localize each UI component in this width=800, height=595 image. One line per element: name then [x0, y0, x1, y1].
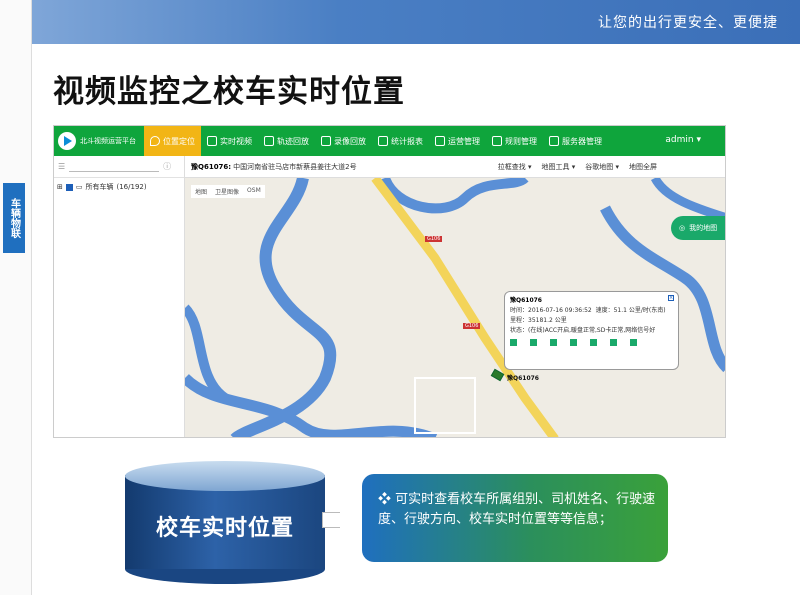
nav-item-operations[interactable]: 运营管理: [429, 126, 486, 156]
nav-item-rules[interactable]: 规则管理: [486, 126, 543, 156]
my-location-label: 我的地图: [689, 224, 718, 232]
logo-text: 北斗视频运营平台: [80, 137, 136, 145]
location-icon: ◎: [679, 224, 686, 232]
popup-actions: [510, 339, 673, 346]
nav-bar: 北斗视频运营平台 位置定位 实时视频 轨迹回放 录像回放 统计报表 运营管理 规…: [54, 126, 725, 156]
feature-cylinder: 校车实时位置: [125, 461, 325, 584]
monitor-icon: ▭: [75, 183, 83, 191]
tree-item-label: 所有车辆: [85, 183, 114, 191]
nav-label: 轨迹回放: [277, 136, 309, 146]
nav-label: 录像回放: [334, 136, 366, 146]
road-label: G106: [463, 323, 481, 329]
header-bar: 让您的出行更安全、更便捷: [32, 0, 800, 44]
tree-item-all-vehicles[interactable]: ⊞ ▭ 所有车辆 (16/192): [54, 178, 184, 196]
map-tool-tools[interactable]: 地图工具 ▾: [542, 162, 576, 172]
list-icon[interactable]: ☰: [58, 162, 65, 171]
map-tool-fullscreen[interactable]: 地图全屏: [629, 162, 657, 172]
map-tool-google[interactable]: 谷歌地图 ▾: [585, 162, 619, 172]
tree-toolbar: ☰ ⓘ: [54, 156, 184, 178]
nav-label: 规则管理: [505, 136, 537, 146]
close-icon[interactable]: ×: [668, 295, 674, 301]
speed-value: 51.1 公里/时(东南): [613, 307, 666, 314]
map-tab-map[interactable]: 地图: [195, 187, 207, 196]
video-icon: [207, 136, 217, 146]
map-toolbar: 拉框查找 ▾ 地图工具 ▾ 谷歌地图 ▾ 地图全屏: [498, 162, 657, 172]
address-plate: 豫Q61076:: [191, 162, 232, 171]
mileage-label: 里程：: [510, 317, 529, 324]
time-label: 时间：: [510, 307, 529, 314]
popup-plate: 豫Q61076: [510, 297, 542, 304]
building: [414, 377, 476, 434]
rules-icon: [492, 136, 502, 146]
speed-label: 速度：: [595, 307, 614, 314]
slogan: 让您的出行更安全、更便捷: [598, 15, 778, 31]
map-tab-osm[interactable]: OSM: [247, 187, 261, 196]
map-tab-satellite[interactable]: 卫星图像: [215, 187, 239, 196]
user-menu[interactable]: admin ▾: [665, 135, 701, 145]
user-name: admin: [665, 135, 694, 145]
vehicle-info-popup: × 豫Q61076 时间：2016-07-16 09:36:52 速度：51.1…: [504, 291, 679, 370]
nav-item-location[interactable]: 位置定位: [144, 126, 201, 156]
map-view[interactable]: G106 G106 地图 卫星图像 OSM ◎ 我的地图 × 豫Q61076 时…: [185, 178, 725, 437]
status-label: 状态：: [510, 327, 529, 334]
nav-item-report[interactable]: 统计报表: [372, 126, 429, 156]
more-icon[interactable]: [610, 339, 617, 346]
tree-checkbox[interactable]: [65, 183, 73, 191]
feature-description: ❖ 可实时查看校车所属组别、司机姓名、行驶速度、行驶方向、校车实时位置等等信息；: [362, 474, 668, 562]
side-strip: [0, 0, 32, 595]
nav-item-server[interactable]: 服务器管理: [543, 126, 608, 156]
slide-title: 视频监控之校车实时位置: [53, 74, 405, 110]
river: [380, 178, 529, 214]
chevron-down-icon: ▾: [696, 135, 701, 145]
map-type-tabs: 地图 卫星图像 OSM: [191, 185, 265, 198]
vehicle-marker-label: 豫Q61076: [507, 375, 539, 382]
tree-search-input[interactable]: [69, 162, 160, 172]
nav-item-video[interactable]: 实时视频: [201, 126, 258, 156]
server-icon: [549, 136, 559, 146]
chart-icon: [378, 136, 388, 146]
location-pin-icon: [150, 136, 160, 146]
tree-item-count: (16/192): [116, 183, 147, 191]
expand-icon[interactable]: ⊞: [57, 183, 63, 191]
message-icon[interactable]: [590, 339, 597, 346]
time-value: 2016-07-16 09:36:52: [528, 307, 592, 314]
river: [650, 178, 725, 223]
mileage-value: 35181.2 公里: [528, 317, 567, 324]
edit-icon[interactable]: [630, 339, 637, 346]
my-location-button[interactable]: ◎ 我的地图: [671, 216, 725, 240]
info-icon[interactable]: ⓘ: [163, 161, 171, 172]
nav-item-track[interactable]: 轨迹回放: [258, 126, 315, 156]
listen-icon[interactable]: [550, 339, 557, 346]
address-text: 中国河南省驻马店市新蔡县姜往大道2号: [233, 162, 357, 171]
logo-icon: [58, 132, 76, 150]
track-icon: [264, 136, 274, 146]
camera-icon[interactable]: [570, 339, 577, 346]
river: [230, 178, 337, 437]
river: [185, 373, 438, 437]
nav-label: 实时视频: [220, 136, 252, 146]
cylinder-top: [125, 461, 325, 491]
right-arrow-icon: [322, 505, 358, 535]
nav-label: 位置定位: [163, 136, 195, 146]
road-label: G106: [425, 236, 443, 242]
playback-icon: [321, 136, 331, 146]
nav-label: 服务器管理: [562, 136, 602, 146]
side-tab[interactable]: 车辆物联: [3, 183, 25, 253]
nav-label: 统计报表: [391, 136, 423, 146]
manage-icon: [435, 136, 445, 146]
cylinder-label: 校车实时位置: [155, 516, 294, 541]
phone-icon[interactable]: [530, 339, 537, 346]
logo: 北斗视频运营平台: [54, 126, 144, 156]
nav-label: 运营管理: [448, 136, 480, 146]
nav-item-playback[interactable]: 录像回放: [315, 126, 372, 156]
address-bar: 豫Q61076: 中国河南省驻马店市新蔡县姜往大道2号 拉框查找 ▾ 地图工具 …: [185, 156, 725, 178]
app-screenshot: 北斗视频运营平台 位置定位 实时视频 轨迹回放 录像回放 统计报表 运营管理 规…: [53, 125, 726, 438]
vehicle-tree-panel: ☰ ⓘ ⊞ ▭ 所有车辆 (16/192): [54, 156, 185, 437]
status-value: (在线)ACC开启,暖盘正常,SD卡正常,网络信号好: [528, 327, 656, 334]
video-icon[interactable]: [510, 339, 517, 346]
map-tool-box-search[interactable]: 拉框查找 ▾: [498, 162, 532, 172]
